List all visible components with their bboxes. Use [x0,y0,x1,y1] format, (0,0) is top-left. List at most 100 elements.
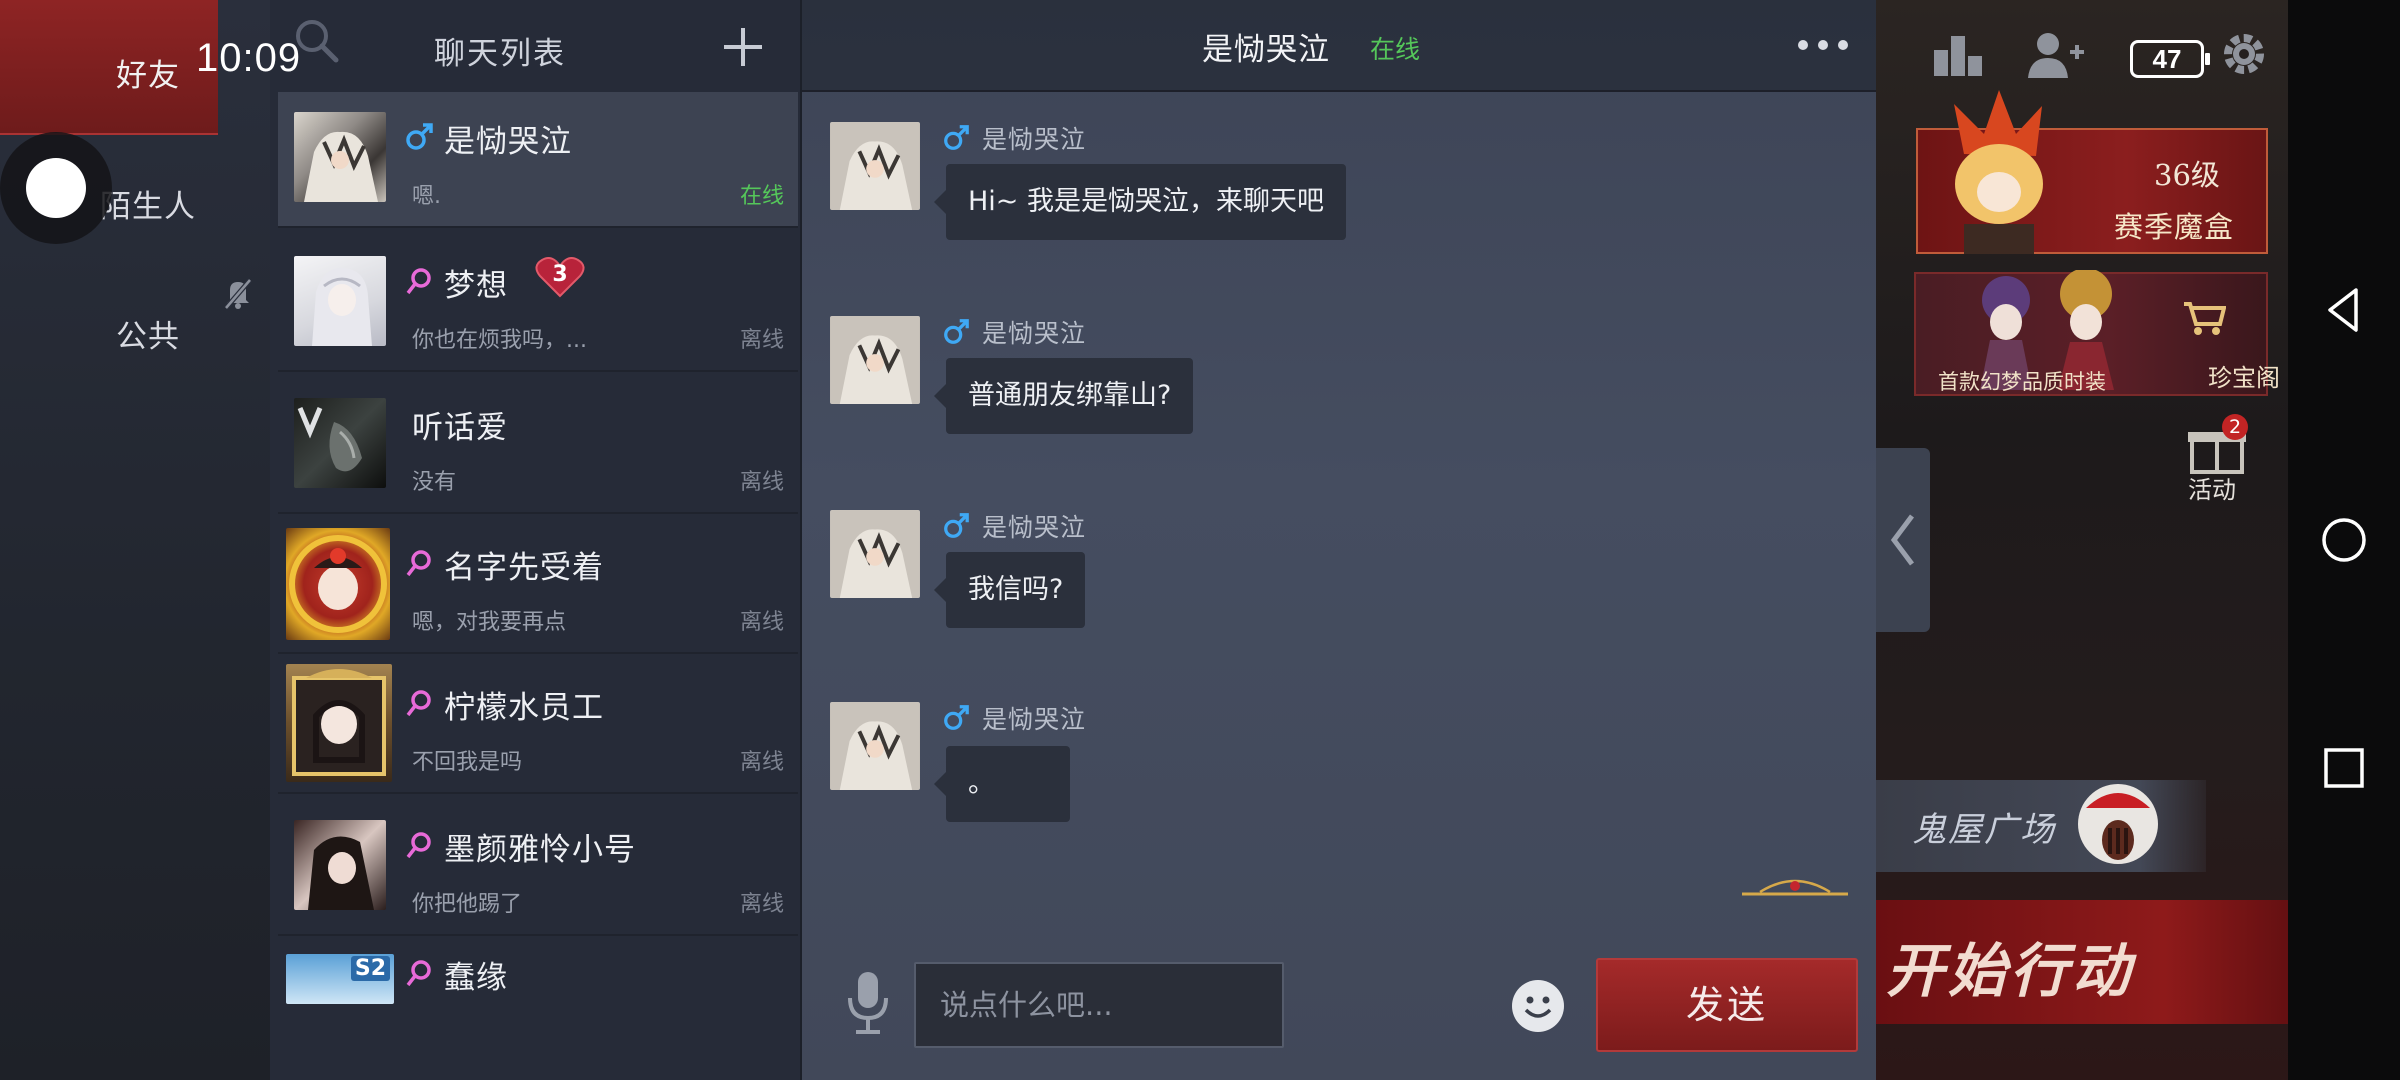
tab-friends-label: 好友 [116,58,180,94]
contact-item-shitongkuqi[interactable]: 是恸哭泣 嗯. 在线 [278,92,798,228]
recent-apps-icon[interactable] [2318,742,2370,794]
game-lobby-background: 47 36级 赛季魔盒 首款幻梦品质时装 珍宝阁 2 活动 鬼屋广场 开始行动 [1876,0,2288,1080]
season-character-image [1954,90,2043,254]
treasure-pavilion-label: 珍宝阁 [2208,364,2280,392]
female-icon [406,550,431,577]
contact-status: 离线 [739,328,784,353]
contact-item-moyanyalianxiaohao[interactable]: 墨颜雅怜小号 你把他踢了 离线 [278,800,798,936]
haunted-house-label: 鬼屋广场 [1912,810,2056,850]
floating-ball-dot [26,158,86,218]
message-item: 是恸哭泣 。 [802,700,1876,830]
chat-list-header: 聊天列表 [270,0,802,92]
contact-status: 离线 [739,750,784,775]
message-bubble: Hi~ 我是是恸哭泣，来聊天吧 [933,164,1347,240]
message-bubble: 。 [934,746,1070,822]
message-sender-name: 是恸哭泣 [982,125,1087,154]
message-item: 是恸哭泣 普通朋友绑靠山? [802,314,1876,444]
microphone-icon[interactable] [844,968,892,1036]
contact-item-ningmengshuiyuangong[interactable]: 柠檬水员工 不回我是吗 离线 [278,658,798,794]
contact-avatar [286,528,390,640]
message-avatar[interactable] [830,316,920,404]
contact-last-message: 嗯，对我要再点 [412,610,567,635]
start-action-button[interactable]: 开始行动 [1876,900,2288,1024]
activity-badge: 2 [2222,414,2248,440]
contact-item-tinghuaai[interactable]: 听话爱 没有 离线 [278,378,798,514]
contact-name: 梦想 [444,268,508,304]
contact-name: 听话爱 [412,410,508,446]
message-item: 是恸哭泣 我信吗? [802,508,1876,638]
female-icon [406,960,431,987]
message-avatar[interactable] [830,122,920,210]
chat-list-panel: 聊天列表 是恸哭泣 嗯. 在线 梦想 3 你也在烦我吗，... 离线 听话爱 没… [270,0,802,1080]
chat-partner-name: 是恸哭泣 [1202,32,1330,68]
ranking-icon[interactable] [1928,28,1988,80]
contact-item-mingzixianshouzhe[interactable]: 名字先受着 嗯，对我要再点 离线 [278,518,798,654]
tab-public[interactable]: 公共 [0,270,218,390]
contact-status: 在线 [739,184,784,209]
message-avatar[interactable] [830,702,920,790]
decorative-ornament-icon [1742,879,1848,896]
start-action-label: 开始行动 [1886,937,2135,1005]
male-icon [406,123,433,150]
female-icon [406,690,431,717]
contact-avatar: S2 [286,954,394,1004]
message-sender-name: 是恸哭泣 [982,705,1087,734]
male-icon [944,705,969,730]
male-icon [944,319,969,344]
add-friend-icon[interactable] [2026,28,2086,80]
contact-name: 柠檬水员工 [444,690,604,726]
contact-avatar [294,820,386,910]
chat-partner-status: 在线 [1370,35,1421,64]
message-avatar[interactable] [830,510,920,598]
message-item: 是恸哭泣 Hi~ 我是是恸哭泣，来聊天吧 [802,120,1876,250]
avatar-season-badge: S2 [350,956,390,981]
contact-last-message: 不回我是吗 [412,750,523,775]
floating-assist-ball[interactable] [0,132,112,244]
chat-list-title: 聊天列表 [434,36,566,72]
male-icon [944,513,969,538]
contact-name: 墨颜雅怜小号 [444,832,636,868]
fashion-shop-card[interactable]: 首款幻梦品质时装 珍宝阁 [1914,270,2280,396]
status-bar-clock: 10:09 [196,36,302,80]
contact-name: 名字先受着 [444,550,604,586]
chevron-left-icon [1890,514,1914,566]
contact-name: 是恸哭泣 [444,124,572,160]
unread-count: 3 [552,262,568,287]
contact-avatar [286,664,392,782]
haunted-house-plaza-button[interactable]: 鬼屋广场 [1876,780,2206,872]
home-icon[interactable] [2318,514,2370,566]
unread-badge: 3 [534,256,586,298]
female-icon [406,832,431,859]
season-mystery-box-card[interactable]: 36级 赛季魔盒 [1916,90,2268,254]
side-panel-toggle[interactable] [1876,448,1930,632]
system-navigation-bar [2288,0,2400,1080]
battery-indicator: 47 [2130,40,2210,78]
message-bubble: 普通朋友绑靠山? [933,358,1194,434]
settings-icon[interactable] [2214,24,2274,84]
tab-strangers-label: 陌生人 [100,189,196,225]
send-button[interactable]: 发送 [1596,958,1858,1052]
mute-icon[interactable] [218,274,258,314]
contact-status: 离线 [739,892,784,917]
more-icon[interactable] [1794,30,1852,60]
back-icon[interactable] [2318,284,2370,336]
clown-mask-icon [2078,784,2158,864]
activity-label[interactable]: 活动 [2188,470,2236,505]
add-icon[interactable] [720,24,766,70]
contact-avatar [294,256,386,346]
chat-header: 是恸哭泣 在线 [802,0,1876,92]
season-level: 36级 [2154,158,2220,192]
contact-item-mengxiang[interactable]: 梦想 3 你也在烦我吗，... 离线 [278,236,798,372]
contact-last-message: 你把他踢了 [412,892,523,917]
tab-friends[interactable]: 好友 [0,0,218,135]
chat-message-input[interactable] [914,962,1284,1048]
contact-status: 离线 [739,610,784,635]
season-title: 赛季魔盒 [2114,210,2235,244]
contact-item-chunyuan[interactable]: S2 蠢缘 [278,940,798,1080]
message-sender-name: 是恸哭泣 [982,513,1087,542]
emoji-icon[interactable] [1510,978,1566,1034]
female-icon [406,268,431,295]
contact-name: 蠢缘 [444,960,508,996]
male-icon [944,125,969,150]
contact-avatar [294,398,386,488]
